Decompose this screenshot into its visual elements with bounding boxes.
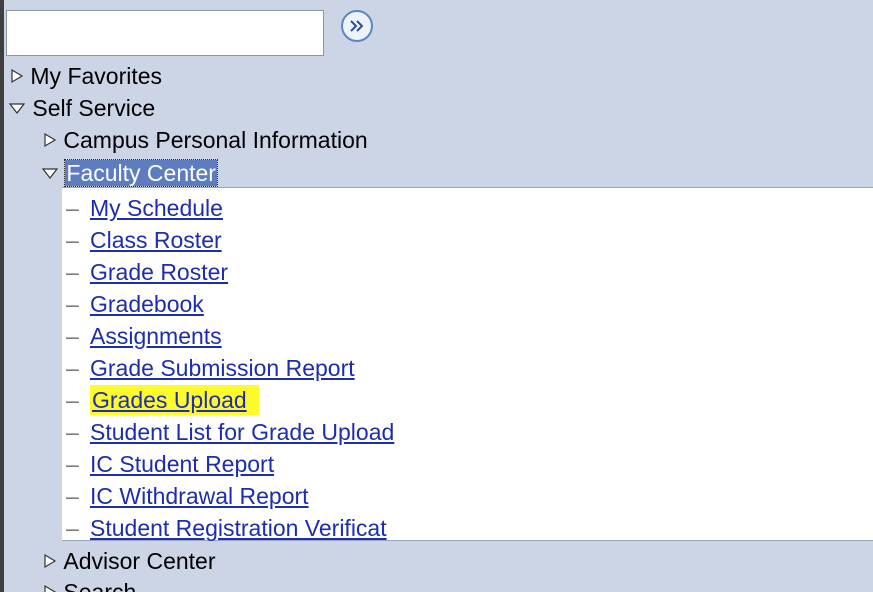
list-item: – Grade Roster (66, 256, 228, 288)
link-gradebook[interactable]: Gradebook (90, 291, 204, 317)
menu-item-faculty-center[interactable]: Faculty Center (41, 155, 218, 187)
faculty-center-sublist: – My Schedule – Class Roster – Grade Roster… (62, 187, 873, 541)
link-student-list-for-grade-upload[interactable]: Student List for Grade Upload (90, 419, 394, 445)
menu-item-label-selected: Faculty Center (64, 158, 218, 187)
dash-icon: – (66, 451, 79, 477)
menu-panel: My Favorites Self Service Campus Persona… (0, 0, 873, 592)
dash-icon: – (66, 419, 79, 445)
list-item: – Grade Submission Report (66, 352, 355, 384)
list-item: – Student List for Grade Upload (66, 416, 394, 448)
menu-item-label: Campus Personal Information (63, 126, 368, 153)
link-class-roster[interactable]: Class Roster (90, 227, 222, 253)
menu-item-self-service[interactable]: Self Service (8, 90, 155, 122)
menu-item-label: My Favorites (30, 62, 163, 89)
link-ic-withdrawal-report[interactable]: IC Withdrawal Report (90, 483, 309, 509)
menu-item-search[interactable]: Search (43, 574, 136, 592)
link-assignments[interactable]: Assignments (90, 323, 222, 349)
list-item: – Assignments (66, 320, 222, 352)
dash-icon: – (66, 483, 79, 509)
menu-item-my-favorites[interactable]: My Favorites (10, 58, 162, 90)
collapsed-triangle-icon (10, 68, 24, 84)
collapsed-triangle-icon (43, 584, 57, 592)
menu-item-label: Self Service (32, 94, 156, 121)
link-grade-roster[interactable]: Grade Roster (90, 259, 228, 285)
dash-icon: – (66, 515, 79, 541)
list-item: – Student Registration Verificat (66, 512, 387, 544)
list-item: – IC Withdrawal Report (66, 480, 309, 512)
list-item: – IC Student Report (66, 448, 274, 480)
link-ic-student-report[interactable]: IC Student Report (90, 451, 274, 477)
go-button[interactable] (341, 10, 373, 42)
menu-item-advisor-center[interactable]: Advisor Center (43, 543, 216, 575)
double-chevron-right-icon (350, 20, 364, 32)
dash-icon: – (66, 291, 79, 317)
link-grades-upload[interactable]: Grades Upload (92, 387, 247, 413)
menu-item-campus-personal-information[interactable]: Campus Personal Information (43, 122, 368, 154)
list-item: – Class Roster (66, 224, 222, 256)
dash-icon: – (66, 387, 79, 413)
list-item: – Gradebook (66, 288, 204, 320)
panel-border (0, 0, 4, 592)
link-student-registration-verification[interactable]: Student Registration Verificat (90, 515, 387, 541)
collapsed-triangle-icon (43, 132, 57, 148)
highlight-marker: Grades Upload (90, 385, 259, 415)
dash-icon: – (66, 259, 79, 285)
expanded-triangle-icon (8, 101, 26, 115)
search-input[interactable] (6, 10, 324, 56)
dash-icon: – (66, 195, 79, 221)
link-grade-submission-report[interactable]: Grade Submission Report (90, 355, 355, 381)
link-my-schedule[interactable]: My Schedule (90, 195, 223, 221)
menu-item-label: Search (63, 578, 137, 592)
list-item: – Grades Upload (66, 384, 259, 416)
collapsed-triangle-icon (43, 553, 57, 569)
dash-icon: – (66, 227, 79, 253)
menu-item-label: Advisor Center (63, 547, 216, 574)
dash-icon: – (66, 355, 79, 381)
list-item: – My Schedule (66, 192, 223, 224)
dash-icon: – (66, 323, 79, 349)
expanded-triangle-icon (41, 166, 59, 180)
